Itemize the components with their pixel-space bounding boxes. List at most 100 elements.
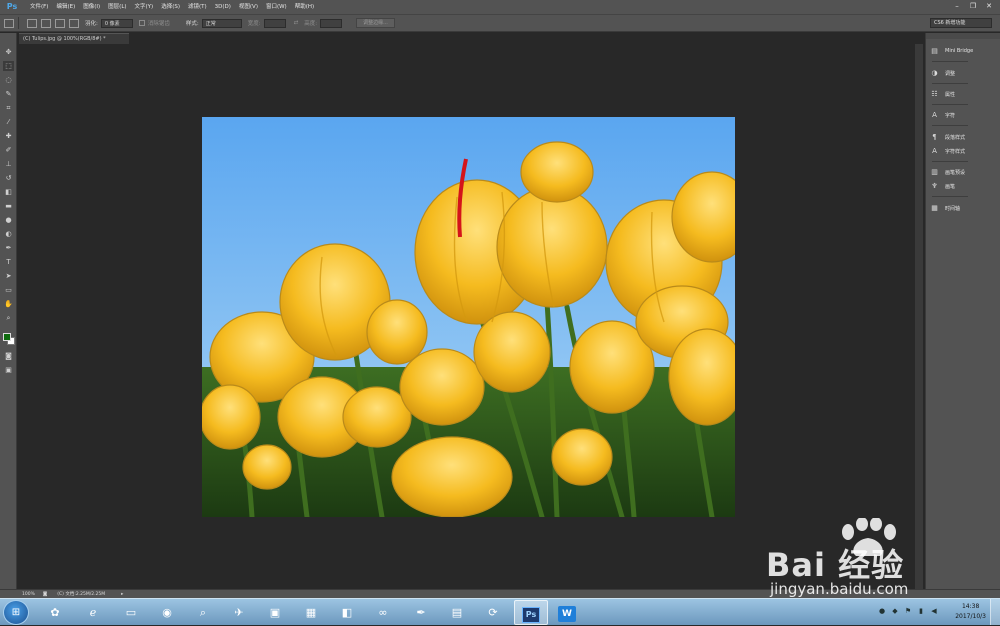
- lasso-tool-icon[interactable]: ◌: [3, 75, 14, 85]
- foreground-color-swatch[interactable]: [3, 333, 11, 341]
- show-desktop-button[interactable]: [990, 599, 1000, 625]
- crop-tool-icon[interactable]: ⌗: [3, 103, 14, 113]
- antialias-checkbox[interactable]: [138, 20, 145, 26]
- panel-label: 调整: [945, 70, 956, 77]
- menu-view[interactable]: 视图(V): [235, 0, 262, 14]
- panel-properties[interactable]: ☷ 属性: [930, 88, 955, 100]
- zoom-tool-icon[interactable]: ⌕: [3, 313, 14, 323]
- taskbar-bird-icon[interactable]: ✈: [222, 600, 256, 625]
- tray-flag-icon[interactable]: ⚑: [904, 607, 912, 615]
- clone-stamp-tool-icon[interactable]: ⊥: [3, 159, 14, 169]
- panel-label: 时间轴: [945, 205, 961, 212]
- eraser-tool-icon[interactable]: ◧: [3, 187, 14, 197]
- screen-mode-icon[interactable]: ▣: [3, 365, 14, 375]
- width-input[interactable]: [263, 18, 286, 28]
- add-selection-icon[interactable]: [41, 18, 51, 28]
- rectangular-marquee-tool-icon[interactable]: ⬚: [3, 61, 14, 71]
- taskbar-search-icon[interactable]: ⌕: [186, 600, 220, 625]
- quick-mask-icon[interactable]: ◙: [3, 351, 14, 361]
- blur-tool-icon[interactable]: ●: [3, 215, 14, 225]
- dodge-tool-icon[interactable]: ◐: [3, 229, 14, 239]
- marquee-preset-icon[interactable]: [4, 18, 14, 28]
- character-styles-icon: A: [932, 147, 937, 155]
- status-menu-icon[interactable]: ◙: [43, 592, 47, 597]
- panel-character[interactable]: A 字符: [930, 109, 955, 121]
- menu-edit[interactable]: 编辑(E): [52, 0, 79, 14]
- menu-select[interactable]: 选择(S): [157, 0, 184, 14]
- taskbar-folder-icon[interactable]: ▭: [114, 600, 148, 625]
- subtract-selection-icon[interactable]: [55, 18, 65, 28]
- path-selection-tool-icon[interactable]: ➤: [3, 271, 14, 281]
- zoom-level[interactable]: 100%: [22, 592, 35, 597]
- refine-edge-button[interactable]: 调整边缘...: [356, 18, 395, 28]
- rectangle-tool-icon[interactable]: ▭: [3, 285, 14, 295]
- close-button[interactable]: ✕: [982, 1, 996, 12]
- brush-tool-icon[interactable]: ✐: [3, 145, 14, 155]
- workspace-select[interactable]: CS6 新增功能: [930, 18, 992, 28]
- eyedropper-tool-icon[interactable]: ⁄: [3, 117, 14, 127]
- minimize-button[interactable]: –: [950, 1, 964, 12]
- taskbar-calculator-icon[interactable]: ▤: [440, 600, 474, 625]
- menu-layer[interactable]: 图层(L): [104, 0, 130, 14]
- menu-3d[interactable]: 3D(D): [211, 0, 235, 14]
- tulips-image[interactable]: [202, 117, 735, 517]
- taskbar-refresh-icon[interactable]: ⟳: [476, 600, 510, 625]
- panel-dock-header[interactable]: [926, 33, 1000, 39]
- taskbar-paint-icon[interactable]: ✿: [38, 600, 72, 625]
- taskbar-grid-icon[interactable]: ▦: [294, 600, 328, 625]
- panel-brush-presets[interactable]: ▥ 画笔预设: [930, 166, 965, 178]
- tray-shield-icon[interactable]: ◆: [891, 607, 899, 615]
- mini-bridge-icon: ▤: [931, 47, 938, 55]
- taskbar-clock[interactable]: 14:38 2017/10/3: [955, 602, 986, 622]
- panel-paragraph-styles[interactable]: ¶ 段落样式: [930, 131, 965, 143]
- start-button[interactable]: ⊞: [3, 600, 29, 625]
- options-divider: [18, 17, 19, 29]
- window-controls: – ❐ ✕: [950, 1, 996, 12]
- menu-filter[interactable]: 滤镜(T): [184, 0, 211, 14]
- intersect-selection-icon[interactable]: [69, 18, 79, 28]
- taskbar-photoshop-button[interactable]: Ps: [514, 600, 548, 625]
- healing-brush-tool-icon[interactable]: ✚: [3, 131, 14, 141]
- type-tool-icon[interactable]: T: [3, 257, 14, 267]
- menu-file[interactable]: 文件(F): [26, 0, 52, 14]
- panel-mini-bridge[interactable]: ▤ Mini Bridge: [930, 45, 973, 57]
- panel-character-styles[interactable]: A 字符样式: [930, 145, 965, 157]
- tray-volume-icon[interactable]: ◀: [930, 607, 938, 615]
- adjustments-icon: ◑: [931, 69, 938, 77]
- panel-brush[interactable]: ♆ 画笔: [930, 180, 955, 192]
- quick-selection-tool-icon[interactable]: ✎: [3, 89, 14, 99]
- document-tab[interactable]: (C) Tulips.jpg @ 100%(RGB/8#) *: [19, 33, 129, 44]
- vertical-scrollbar[interactable]: [915, 44, 923, 589]
- taskbar-pen-icon[interactable]: ✒: [404, 600, 438, 625]
- taskbar-w-app-icon[interactable]: W: [550, 600, 584, 625]
- tray-app-icon[interactable]: ●: [878, 607, 886, 615]
- hand-tool-icon[interactable]: ✋: [3, 299, 14, 309]
- taskbar-book-icon[interactable]: ◧: [330, 600, 364, 625]
- pen-tool-icon[interactable]: ✒: [3, 243, 14, 253]
- taskbar-firefox-icon[interactable]: ◉: [150, 600, 184, 625]
- menu-help[interactable]: 帮助(H): [291, 0, 318, 14]
- gradient-tool-icon[interactable]: ▬: [3, 201, 14, 211]
- panel-adjustments[interactable]: ◑ 调整: [930, 67, 955, 79]
- panel-divider: [932, 104, 968, 105]
- panel-divider: [932, 83, 968, 84]
- taskbar-cloud-icon[interactable]: ∞: [366, 600, 400, 625]
- history-brush-tool-icon[interactable]: ↺: [3, 173, 14, 183]
- height-input[interactable]: [320, 18, 343, 28]
- menu-image[interactable]: 图像(I): [79, 0, 104, 14]
- panel-timeline[interactable]: ▦ 时间轴: [930, 202, 960, 214]
- restore-button[interactable]: ❐: [966, 1, 980, 12]
- new-selection-icon[interactable]: [27, 18, 37, 28]
- status-arrow-icon[interactable]: ▸: [121, 592, 123, 597]
- tray-network-icon[interactable]: ▮: [917, 607, 925, 615]
- style-select[interactable]: 正常: [201, 18, 242, 28]
- menu-type[interactable]: 文字(Y): [131, 0, 158, 14]
- menu-window[interactable]: 窗口(W): [262, 0, 291, 14]
- taskbar-ie-icon[interactable]: ℯ: [76, 600, 110, 625]
- panel-label: 字符: [945, 112, 956, 119]
- taskbar-monitor-icon[interactable]: ▣: [258, 600, 292, 625]
- swap-icon[interactable]: ⇄: [294, 20, 299, 26]
- feather-input[interactable]: 0 像素: [100, 18, 133, 28]
- baidu-jingyan-watermark: Bai 经验 jingyan.baidu.com: [766, 518, 962, 606]
- move-tool-icon[interactable]: ✥: [3, 47, 14, 57]
